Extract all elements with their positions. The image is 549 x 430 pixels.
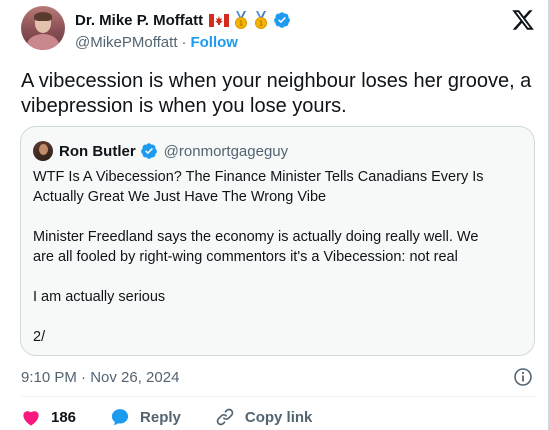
medal-icon: 1 [233,11,249,29]
quoted-author-avatar [33,141,53,161]
verified-icon [273,11,291,29]
canada-flag-icon [209,13,230,27]
like-count: 186 [51,408,77,426]
tweet-text: A vibecession is when your neighbour los… [21,70,532,117]
svg-text:1: 1 [259,20,263,28]
quoted-author-handle: @ronmortgageguy [163,142,289,160]
action-bar: 186 Reply Copy link [21,406,346,428]
verified-icon [140,142,158,160]
reply-label: Reply [140,408,181,426]
separator-dot: · [181,33,187,51]
quoted-paragraph: 2/ [33,329,46,345]
quoted-author-name: Ron Butler [59,142,136,160]
author-name-row: Dr. Mike P. Moffatt 1 1 [75,10,291,30]
svg-text:1: 1 [239,20,243,28]
copy-link-button[interactable]: Copy link [215,407,313,427]
author-avatar[interactable] [21,6,65,50]
info-icon[interactable] [513,367,533,387]
quoted-paragraph: WTF Is A Vibecession? The Finance Minist… [33,169,484,205]
link-icon [216,408,234,426]
reply-button[interactable]: Reply [110,407,181,427]
medal-icon: 1 [253,11,269,29]
copy-link-label: Copy link [244,408,313,426]
quoted-author-row: Ron Butler @ronmortgageguy [59,142,288,160]
quoted-paragraph: Minister Freedland says the economy is a… [33,229,479,265]
like-button[interactable]: 186 [21,408,76,426]
quoted-text: WTF Is A Vibecession? The Finance Minist… [33,167,503,347]
quoted-paragraph: I am actually serious [33,289,166,305]
heart-icon [23,411,39,426]
tweet-card: Dr. Mike P. Moffatt 1 1 @MikePMoffatt · … [0,0,549,430]
tweet-timestamp[interactable]: 9:10 PM · Nov 26, 2024 [21,369,179,386]
divider [21,396,536,397]
author-handle[interactable]: @MikePMoffatt [75,34,177,51]
x-logo-icon[interactable] [511,8,535,32]
author-display-name[interactable]: Dr. Mike P. Moffatt [75,12,203,29]
quoted-tweet[interactable]: Ron Butler @ronmortgageguy WTF Is A Vibe… [20,126,535,356]
author-handle-row: @MikePMoffatt · Follow [75,33,238,51]
reply-bubble-icon [111,409,129,426]
follow-button[interactable]: Follow [190,34,238,51]
